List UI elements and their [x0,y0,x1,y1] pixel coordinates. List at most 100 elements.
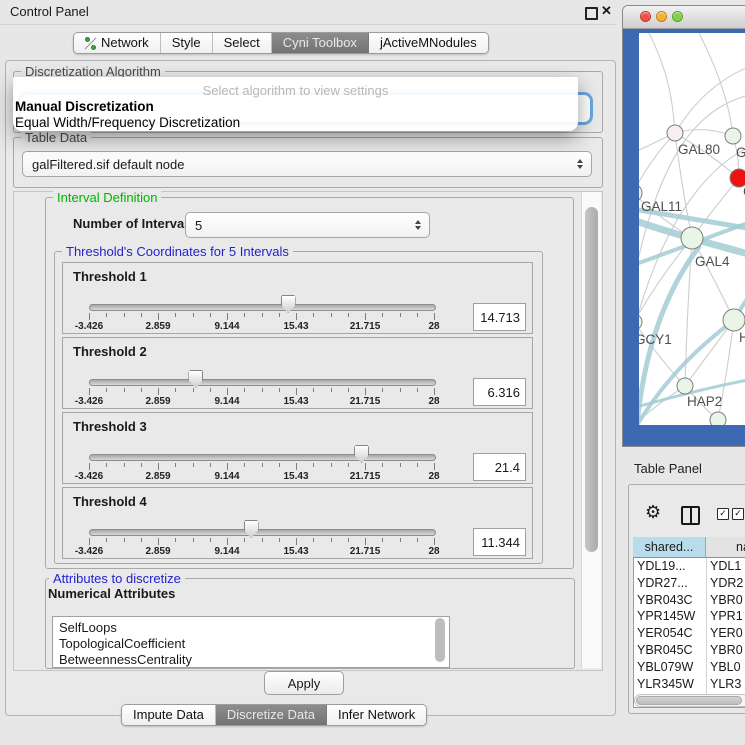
cell-shared-name[interactable]: YDR27... [637,575,688,592]
cell-shared-name[interactable]: YBR045C [637,642,693,659]
control-panel-tabs: NetworkStyleSelectCyni ToolboxjActiveMNo… [73,32,489,54]
zoom-traffic-light-icon[interactable] [672,11,683,22]
table-row[interactable]: YLR345W YLR3 [633,676,745,693]
slider-track[interactable] [89,304,436,311]
cell-name[interactable]: YLR3 [710,676,741,693]
attributes-legend: Attributes to discretize [49,571,185,586]
cell-shared-name[interactable]: YPR145W [637,608,695,625]
scrollbar-thumb[interactable] [585,207,598,552]
threshold-value-field[interactable]: 6.316 [473,378,526,406]
slider-track[interactable] [89,529,436,536]
table-row[interactable]: YER054C YER0 [633,625,745,642]
popup-option-equal-width-frequency[interactable]: Equal Width/Frequency Discretization [15,115,240,130]
tab-select[interactable]: Select [213,33,272,53]
checkbox-icon[interactable]: ✓ [732,508,744,520]
scale-label: 21.715 [335,471,395,482]
attribute-item-selfloops[interactable]: SelfLoops [59,620,117,635]
column-header-shared-name[interactable]: shared... [633,537,706,558]
major-tick [158,463,159,470]
table-row[interactable]: YPR145W YPR1 [633,608,745,625]
major-tick [227,538,228,545]
gene-node[interactable] [710,412,726,425]
scale-label: 9.144 [197,321,257,332]
apply-button[interactable]: Apply [264,671,344,695]
network-canvas[interactable]: GAL80GACGAL11GAL4GCY1HHAP2 [639,33,745,425]
tab-cyni-toolbox[interactable]: Cyni Toolbox [272,33,369,53]
numerical-attributes-list[interactable]: SelfLoopsTopologicalCoefficientBetweenne… [52,616,450,668]
scrollbar-thumb[interactable] [435,618,445,662]
tab-infer-network[interactable]: Infer Network [327,705,426,725]
network-edge[interactable] [649,33,675,133]
table-row[interactable]: YDR27... YDR2 [633,575,745,592]
minor-tick [279,313,280,317]
cell-name[interactable]: YBR0 [710,642,743,659]
network-window[interactable]: GAL80GACGAL11GAL4GCY1HHAP2 [622,5,745,447]
gear-icon[interactable]: ⚙ [645,503,661,521]
threshold-value-field[interactable]: 11.344 [473,528,526,556]
number-of-intervals-combobox[interactable]: 5 [185,212,430,238]
float-window-icon[interactable] [585,7,598,20]
gene-node[interactable] [725,128,741,144]
checkbox-icon[interactable]: ✓ [717,508,729,520]
cell-name[interactable]: YER0 [710,625,743,642]
GAL80-node[interactable] [667,125,683,141]
cell-name[interactable]: YDL1 [710,558,741,575]
minor-tick [348,538,349,542]
network-edge[interactable] [675,130,733,136]
close-icon[interactable]: ✕ [601,3,612,19]
popup-option-manual-discretization[interactable]: Manual Discretization [15,99,154,114]
table-row[interactable]: YBL079W YBL0 [633,659,745,676]
GCY1-node[interactable] [639,314,642,330]
attribute-item-topologicalcoefficient[interactable]: TopologicalCoefficient [59,636,185,651]
tab-discretize-data[interactable]: Discretize Data [216,705,327,725]
tab-style[interactable]: Style [161,33,213,53]
vertical-scrollbar[interactable] [581,192,601,668]
table-data-combobox[interactable]: galFiltered.sif default node [22,151,592,177]
cell-shared-name[interactable]: YLR345W [637,676,694,693]
major-tick [434,538,435,545]
column-header-name[interactable]: na [706,537,745,558]
threshold-value-field[interactable]: 14.713 [473,303,526,331]
cyni-bottom-tabs: Impute DataDiscretize DataInfer Network [121,704,427,726]
slider-track[interactable] [89,379,436,386]
gene-node[interactable] [723,309,745,331]
network-edge[interactable] [675,63,745,133]
network-window-titlebar[interactable] [623,6,745,29]
cell-name[interactable]: YPR1 [710,608,743,625]
threshold-value-field[interactable]: 21.4 [473,453,526,481]
cell-shared-name[interactable]: YDL19... [637,558,686,575]
network-edge[interactable] [699,33,733,136]
major-tick [434,463,435,470]
major-tick [227,388,228,395]
threshold-label: Threshold 1 [73,269,147,284]
tab-impute-data[interactable]: Impute Data [122,705,216,725]
major-tick [89,313,90,320]
minor-tick [106,388,107,392]
node-label-gal80: GAL80 [678,142,720,157]
scrollbar-thumb[interactable] [636,696,742,705]
cell-name[interactable]: YBR0 [710,592,743,609]
table-row[interactable]: YBR045C YBR0 [633,642,745,659]
GAL4-node[interactable] [681,227,703,249]
attributes-list-scrollbar[interactable] [434,617,446,665]
tab-network[interactable]: Network [74,33,161,53]
cell-shared-name[interactable]: YER054C [637,625,693,642]
cell-name[interactable]: YBL0 [710,659,741,676]
horizontal-scrollbar[interactable] [634,694,745,707]
table-row[interactable]: YDL19... YDL1 [633,558,745,575]
cell-shared-name[interactable]: YBR043C [637,592,693,609]
minimize-traffic-light-icon[interactable] [656,11,667,22]
HAP2-node[interactable] [677,378,693,394]
threshold-label: Threshold 3 [73,419,147,434]
tab-jactivemnodules[interactable]: jActiveMNodules [369,33,488,53]
major-tick [365,538,366,545]
cell-shared-name[interactable]: YBL079W [637,659,693,676]
split-columns-icon[interactable] [681,506,700,525]
scale-label: 9.144 [197,396,257,407]
cell-name[interactable]: YDR2 [710,575,743,592]
slider-track[interactable] [89,454,436,461]
close-traffic-light-icon[interactable] [640,11,651,22]
scale-label: -3.426 [59,546,119,557]
attribute-item-betweennesscentrality[interactable]: BetweennessCentrality [59,652,192,667]
table-row[interactable]: YBR043C YBR0 [633,592,745,609]
